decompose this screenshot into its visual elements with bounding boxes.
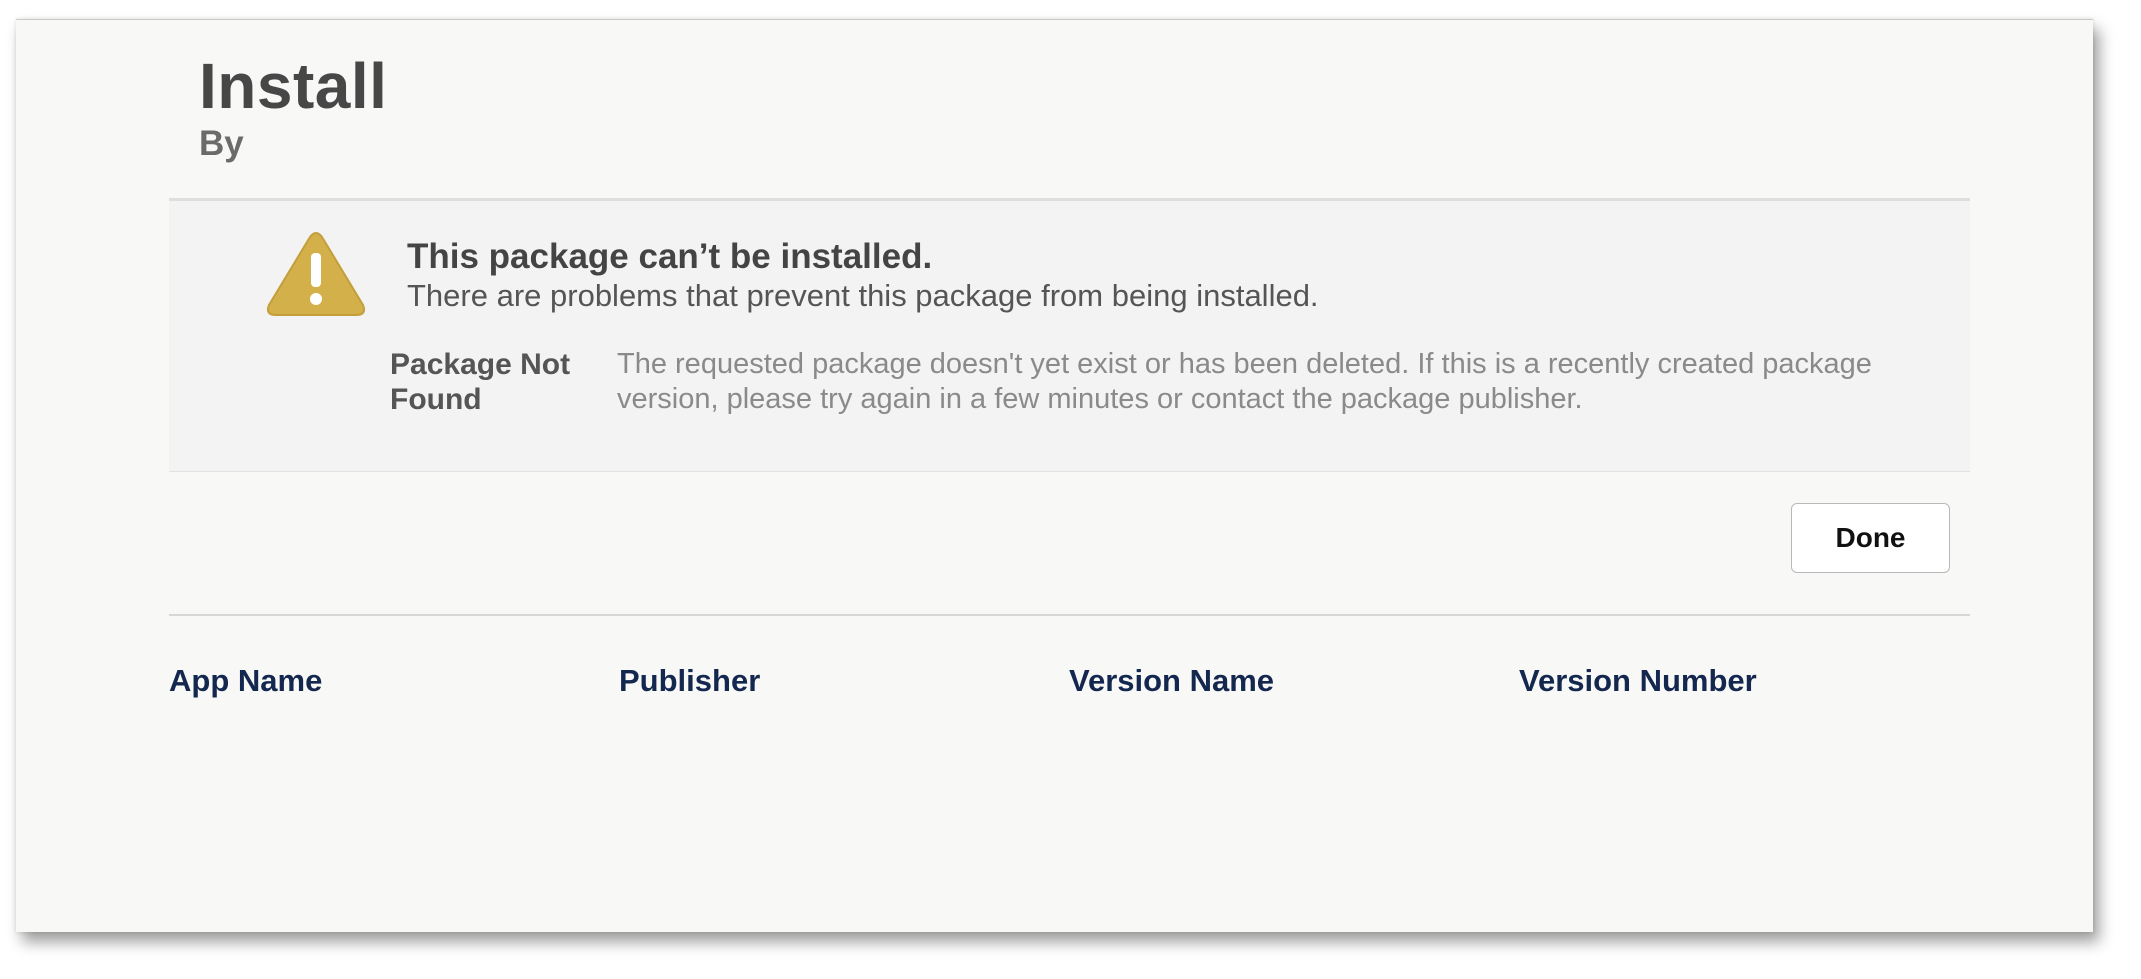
page-title: Install <box>199 50 388 122</box>
section-divider <box>169 614 1970 616</box>
column-header-version-name: Version Name <box>1069 663 1275 698</box>
error-subheading: There are problems that prevent this pac… <box>407 278 1319 313</box>
error-panel: This package can’t be installed. There a… <box>169 198 1970 472</box>
install-window: Install By This package can’t be install… <box>16 19 2093 932</box>
error-detail-label: Package Not Found <box>390 348 571 416</box>
install-content: Install By This package can’t be install… <box>169 20 1970 932</box>
publisher-byline: By <box>199 124 244 163</box>
error-heading: This package can’t be installed. <box>407 237 933 276</box>
column-header-version-number: Version Number <box>1519 663 1757 698</box>
column-header-app-name: App Name <box>169 663 323 698</box>
page-header: Install By <box>199 54 387 161</box>
package-table-header: App Name Publisher Version Name Version … <box>169 662 1970 699</box>
done-button[interactable]: Done <box>1791 503 1950 573</box>
column-header-publisher: Publisher <box>619 663 761 698</box>
error-detail-text: The requested package doesn't yet exist … <box>617 348 1872 415</box>
warning-icon <box>266 232 366 316</box>
